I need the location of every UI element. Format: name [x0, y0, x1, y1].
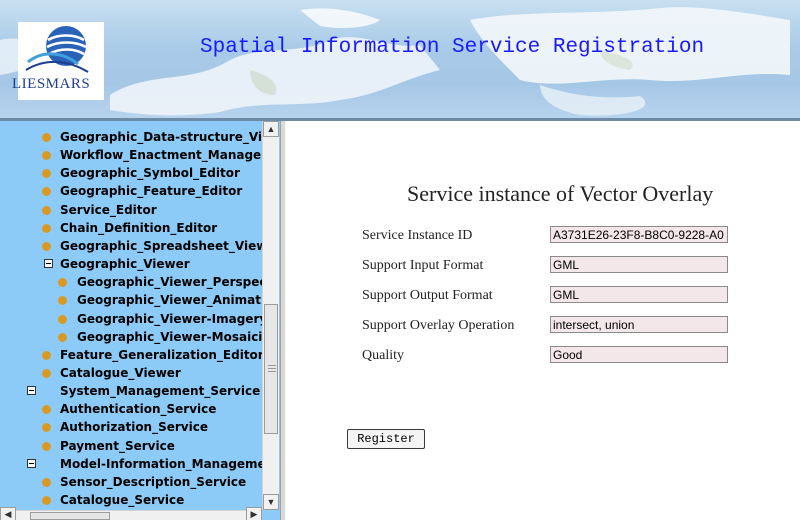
logo-text: LIESMARS [12, 76, 91, 92]
tree-item[interactable]: Chain_Definition_Editor [0, 219, 262, 237]
quality-label: Quality [362, 348, 404, 363]
orange-dot-icon [42, 442, 51, 451]
register-button[interactable]: Register [347, 429, 425, 449]
support-input-format-label: Support Input Format [362, 258, 484, 273]
tree-item[interactable]: Geographic_Viewer_Perspective [0, 273, 262, 291]
tree-item[interactable]: Authentication_Service [0, 400, 262, 418]
tree-item[interactable]: Geographic_Viewer-Mosaicing [0, 328, 262, 346]
tree-item-label: Geographic_Data-structure_Viewer [60, 130, 262, 144]
tree-item[interactable]: Sensor_Description_Service [0, 473, 262, 491]
service-instance-id-field[interactable]: A3731E26-23F8-B8C0-9228-A0 [550, 226, 728, 243]
vertical-scroll-thumb[interactable] [264, 304, 278, 434]
support-output-format-label: Support Output Format [362, 288, 493, 303]
orange-dot-icon [42, 242, 51, 251]
orange-dot-icon [58, 315, 67, 324]
orange-dot-icon [58, 333, 67, 342]
tree-item-label: Geographic_Viewer-Mosaicing [77, 330, 262, 344]
orange-dot-icon [42, 206, 51, 215]
collapse-minus-icon[interactable] [27, 459, 36, 468]
tree-item[interactable]: Geographic_Symbol_Editor [0, 164, 262, 182]
orange-dot-icon [42, 151, 51, 160]
tree-item[interactable]: Geographic_Viewer_Animation [0, 291, 262, 309]
service-tree: Geographic_Data-structure_Viewer Workflow… [0, 121, 262, 510]
tree-item[interactable]: Service_Editor [0, 201, 262, 219]
tree-item[interactable]: Payment_Service [0, 437, 262, 455]
tree-item-label: Workflow_Enactment_Manager [60, 148, 262, 162]
orange-dot-icon [42, 187, 51, 196]
tree-item-label: Service_Editor [60, 203, 157, 217]
page-title: Spatial Information Service Registration [200, 36, 705, 59]
tree-item-label: Geographic_Viewer-Imagery [77, 312, 262, 326]
vertical-scrollbar[interactable]: ▲ ▼ [262, 121, 279, 510]
orange-dot-icon [58, 296, 67, 305]
registration-form: Service instance of Vector Overlay Servi… [286, 121, 800, 520]
quality-field[interactable]: Good [550, 346, 728, 363]
orange-dot-icon [42, 224, 51, 233]
tree-item[interactable]: Geographic_Viewer-Imagery [0, 310, 262, 328]
orange-dot-icon [42, 478, 51, 487]
scroll-left-arrow-icon[interactable]: ◀ [0, 507, 16, 520]
scroll-down-arrow-icon[interactable]: ▼ [263, 494, 279, 510]
orange-dot-icon [42, 423, 51, 432]
tree-folder[interactable]: System_Management_Service [0, 382, 262, 400]
tree-item-label: Chain_Definition_Editor [60, 221, 218, 235]
tree-folder[interactable]: Geographic_Viewer [0, 255, 262, 273]
orange-dot-icon [42, 369, 51, 378]
tree-item[interactable]: Workflow_Enactment_Manager [0, 146, 262, 164]
tree-item[interactable]: Catalogue_Service [0, 491, 262, 509]
collapse-minus-icon[interactable] [27, 386, 36, 395]
tree-item-label: Catalogue_Viewer [60, 366, 181, 380]
header-banner: LIESMARS Spatial Information Service Reg… [0, 0, 800, 121]
orange-dot-icon [42, 496, 51, 505]
tree-item-label: Model-Information_Management [60, 457, 262, 471]
sidebar-tree-panel: Geographic_Data-structure_Viewer Workflow… [0, 121, 280, 520]
support-overlay-operation-label: Support Overlay Operation [362, 318, 515, 333]
tree-item-label: Geographic_Feature_Editor [60, 184, 243, 198]
tree-item[interactable]: Geographic_Data-structure_Viewer [0, 128, 262, 146]
tree-item-label: Catalogue_Service [60, 493, 185, 507]
horizontal-scroll-thumb[interactable] [30, 512, 110, 520]
globe-logo-icon [25, 26, 89, 73]
orange-dot-icon [42, 405, 51, 414]
tree-item[interactable]: Feature_Generalization_Editor [0, 346, 262, 364]
support-overlay-operation-field[interactable]: intersect, union [550, 316, 728, 333]
tree-item-label: Geographic_Spreadsheet_Viewer [60, 239, 262, 253]
tree-item-label: Sensor_Description_Service [60, 475, 247, 489]
horizontal-scrollbar[interactable]: ◀ ▶ [0, 507, 262, 520]
form-title: Service instance of Vector Overlay [407, 181, 714, 206]
scroll-right-arrow-icon[interactable]: ▶ [246, 507, 262, 520]
tree-folder[interactable]: Model-Information_Management [0, 455, 262, 473]
tree-item-label: Feature_Generalization_Editor [60, 348, 262, 362]
tree-item-label: Authentication_Service [60, 402, 217, 416]
tree-item[interactable]: Authorization_Service [0, 418, 262, 436]
orange-dot-icon [42, 169, 51, 178]
tree-item[interactable]: Catalogue_Viewer [0, 364, 262, 382]
tree-item[interactable]: Geographic_Feature_Editor [0, 182, 262, 200]
tree-item-label: Authorization_Service [60, 420, 208, 434]
world-map-background [0, 7, 790, 116]
tree-item-label: Geographic_Viewer_Perspective [77, 275, 262, 289]
collapse-minus-icon[interactable] [44, 259, 53, 268]
tree-item[interactable]: Geographic_Spreadsheet_Viewer [0, 237, 262, 255]
tree-item-label: Geographic_Symbol_Editor [60, 166, 240, 180]
orange-dot-icon [42, 351, 51, 360]
orange-dot-icon [42, 133, 51, 142]
tree-item-label: Geographic_Viewer_Animation [77, 293, 262, 307]
tree-item-label: System_Management_Service [60, 384, 261, 398]
support-input-format-field[interactable]: GML [550, 256, 728, 273]
orange-dot-icon [58, 278, 67, 287]
tree-item-label: Geographic_Viewer [60, 257, 190, 271]
tree-item-label: Payment_Service [60, 439, 175, 453]
service-instance-id-label: Service Instance ID [362, 228, 473, 243]
support-output-format-field[interactable]: GML [550, 286, 728, 303]
scroll-up-arrow-icon[interactable]: ▲ [263, 121, 279, 137]
